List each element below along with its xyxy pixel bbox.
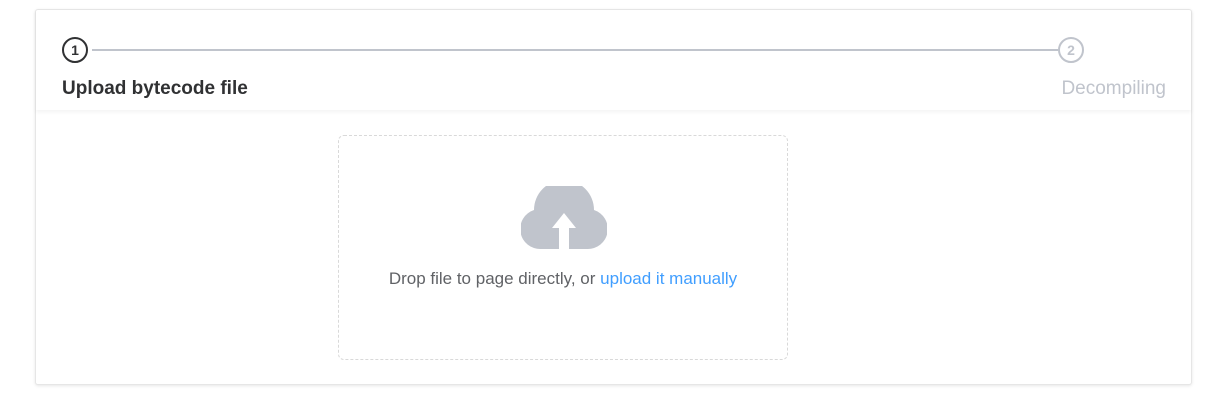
drop-instructions-text: Drop file to page directly, or [388,269,601,288]
step-connector-line [92,49,1058,51]
step-2-number: 2 [1067,42,1075,58]
step-2-circle: 2 [1058,37,1084,63]
step-2-title: Decompiling [1061,78,1166,99]
steps-header: 1 2 Upload bytecode file Decompiling [36,10,1191,110]
step-1-title: Upload bytecode file [62,78,248,99]
step-1-number: 1 [71,42,79,58]
cloud-upload-icon [521,186,607,252]
decompiler-card: 1 2 Upload bytecode file Decompiling Dro… [35,9,1192,385]
step-1-circle: 1 [62,37,88,63]
upload-manually-link[interactable]: upload it manually [600,269,737,288]
drop-instructions: Drop file to page directly, or upload it… [339,269,787,289]
file-dropzone[interactable]: Drop file to page directly, or upload it… [338,135,788,360]
